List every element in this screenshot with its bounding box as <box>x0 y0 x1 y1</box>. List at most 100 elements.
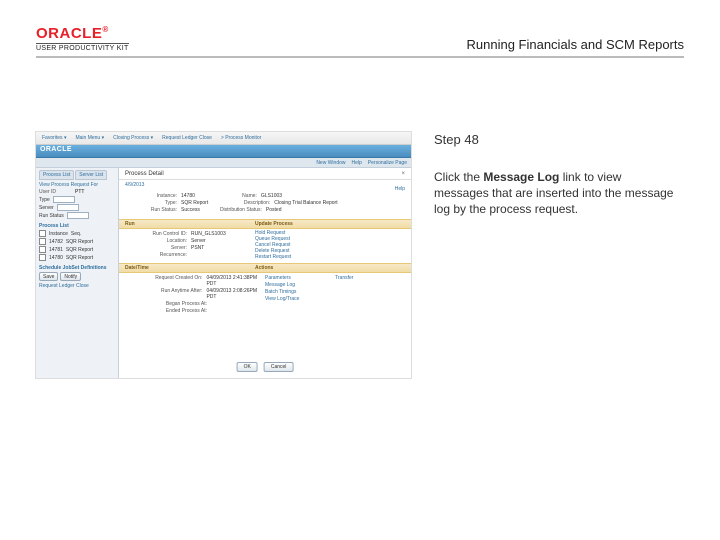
process-list-header: Process List <box>39 223 115 229</box>
checkbox-icon[interactable] <box>39 254 46 261</box>
topmenu-item[interactable]: Closing Process ▾ <box>113 135 153 141</box>
diststatus-value: Posted <box>266 207 282 213</box>
tab-server-list[interactable]: Server List <box>75 170 107 180</box>
runstatus-select[interactable] <box>67 212 89 219</box>
step-label: Step 48 <box>434 132 678 147</box>
instance-label: Instance: <box>125 193 177 199</box>
instruction-text: Click the Message Log link to view messa… <box>434 169 678 218</box>
cell-instance: 14781 <box>49 247 63 253</box>
opt-restart[interactable]: Restart Request <box>255 254 405 260</box>
help-link[interactable]: Help <box>395 186 405 192</box>
oracle-upk-label: USER PRODUCTIVITY KIT <box>36 43 129 52</box>
type-label: Type <box>39 197 50 203</box>
save-button[interactable]: Save <box>39 272 58 281</box>
side-heading: View Process Request For <box>39 182 115 188</box>
server-label: Server <box>39 205 54 211</box>
server-label: Server: <box>125 245 187 251</box>
grid-header-row: Instance Seq. <box>39 230 115 237</box>
run-header: Run <box>119 220 249 228</box>
oracle-logo: ORACLE® <box>36 25 129 42</box>
util-nav-link[interactable]: Personalize Page <box>368 160 407 166</box>
topmenu-item[interactable]: Favorites ▾ <box>42 135 66 141</box>
tab-process-list[interactable]: Process List <box>39 170 74 180</box>
util-nav-link[interactable]: Help <box>352 160 362 166</box>
type-value: SQR Report <box>181 200 208 206</box>
reqon-value: 04/09/2013 2:41:38PM PDT <box>206 275 265 287</box>
user-id-value: PTT <box>75 189 84 195</box>
app-util-nav: New Window Help Personalize Page <box>36 158 411 168</box>
oracle-logo-tm: ® <box>102 25 108 34</box>
name-value: GLS1003 <box>261 193 282 199</box>
runstatus-label: Run Status: <box>125 207 177 213</box>
type-select[interactable] <box>53 196 75 203</box>
instruction-column: Step 48 Click the Message Log link to vi… <box>434 132 678 218</box>
diststatus-label: Distribution Status: <box>210 207 262 213</box>
cell-type: SQR Report <box>66 247 93 253</box>
action-transfer[interactable]: Transfer <box>335 275 405 281</box>
location-label: Location: <box>125 238 187 244</box>
oracle-logo-block: ORACLE® USER PRODUCTIVITY KIT <box>36 25 129 52</box>
desc-value: Closing Trial Balance Report <box>274 200 337 206</box>
topmenu-item[interactable]: > Process Monitor <box>221 135 261 141</box>
run-update-header: Run Update Process <box>119 219 411 229</box>
reqon-label: Request Created On: <box>125 275 202 287</box>
location-value: Server <box>191 238 206 244</box>
runstatus-label: Run Status <box>39 213 64 219</box>
runany-value: 04/09/2013 2:08:26PM PDT <box>206 288 265 300</box>
app-top-menu: Favorites ▾ Main Menu ▾ Closing Process … <box>36 132 411 145</box>
cell-type: SQR Report <box>66 255 93 261</box>
app-brand-logo: ORACLE <box>40 146 72 153</box>
notify-button[interactable]: Notify <box>60 272 81 281</box>
action-view-log-trace[interactable]: View Log/Trace <box>265 296 335 302</box>
ended-label: Ended Process At: <box>125 308 207 314</box>
document-title: Running Financials and SCM Reports <box>467 37 685 52</box>
recurrence-label: Recurrence: <box>125 252 187 258</box>
cancel-button[interactable]: Cancel <box>264 362 294 372</box>
topmenu-item[interactable]: Main Menu ▾ <box>75 135 104 141</box>
topmenu-item[interactable]: Request Ledger Close <box>162 135 212 141</box>
cell-instance: 14780 <box>49 255 63 261</box>
oracle-logo-text: ORACLE <box>36 25 102 42</box>
process-fields: Instance: 14780 Name: GLS1003 Type: SQR Rep… <box>119 190 411 216</box>
panel-title-text: Process Detail <box>125 171 164 177</box>
server-select[interactable] <box>57 204 79 211</box>
col-seq: Seq. <box>71 231 81 237</box>
runctl-label: Run Control ID: <box>125 231 187 237</box>
app-brand-bar: ORACLE <box>36 145 411 158</box>
close-icon[interactable]: × <box>401 171 405 177</box>
begun-label: Began Process At: <box>125 301 207 307</box>
grid-row[interactable]: 14781SQR Report <box>39 246 115 253</box>
grid-row[interactable]: 14780SQR Report <box>39 254 115 261</box>
return-link[interactable]: Request Ledger Close <box>39 283 115 289</box>
checkbox-icon <box>39 230 46 237</box>
process-monitor-sidebar: Process List Server List View Process Re… <box>36 168 119 378</box>
grid-row[interactable]: 14782SQR Report <box>39 238 115 245</box>
type-label: Type: <box>125 200 177 206</box>
instance-value: 14780 <box>181 193 195 199</box>
page-header: ORACLE® USER PRODUCTIVITY KIT Running Fi… <box>36 18 684 58</box>
panel-date: 4/9/2013 <box>119 180 411 190</box>
user-id-label: User ID <box>39 189 71 195</box>
checkbox-icon[interactable] <box>39 246 46 253</box>
desc-label: Description: <box>218 200 270 206</box>
action-message-log[interactable]: Message Log <box>265 282 335 288</box>
runany-label: Run Anytime After: <box>125 288 202 300</box>
schedule-heading: Schedule JobSet Definitions <box>39 265 115 271</box>
name-label: Name: <box>205 193 257 199</box>
runstatus-value: Success <box>181 207 200 213</box>
cell-type: SQR Report <box>66 239 93 245</box>
cell-instance: 14782 <box>49 239 63 245</box>
action-parameters[interactable]: Parameters <box>265 275 335 281</box>
ok-button[interactable]: OK <box>237 362 258 372</box>
col-instance: Instance <box>49 231 68 237</box>
update-process-header: Update Process <box>249 220 411 228</box>
datetime-actions-header: Date/Time Actions <box>119 263 411 273</box>
process-detail-panel: Process Detail × 4/9/2013 Help Instance:… <box>119 168 411 378</box>
action-batch-timings[interactable]: Batch Timings <box>265 289 335 295</box>
actions-header: Actions <box>249 264 411 272</box>
datetime-header: Date/Time <box>119 264 249 272</box>
instruction-pre: Click the <box>434 170 483 184</box>
checkbox-icon[interactable] <box>39 238 46 245</box>
instruction-bold: Message Log <box>483 170 559 184</box>
util-nav-link[interactable]: New Window <box>316 160 345 166</box>
